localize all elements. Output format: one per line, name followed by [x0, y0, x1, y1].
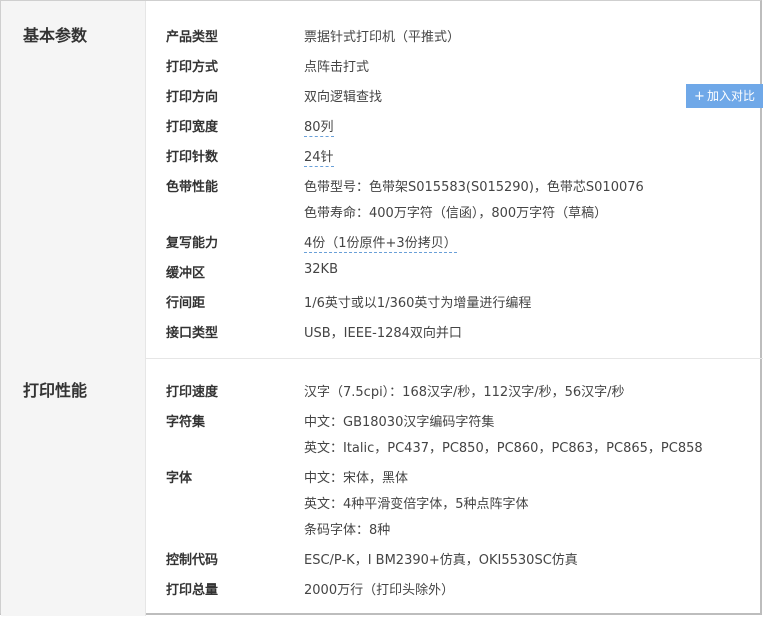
spec-value-text[interactable]: 4份（1份原件+3份拷贝）: [304, 236, 457, 253]
spec-label: 字符集: [166, 415, 206, 430]
spec-value-text[interactable]: 24针: [304, 150, 334, 167]
spec-label: 产品类型: [166, 30, 219, 45]
spec-label: 打印方式: [166, 60, 219, 75]
spec-value: USB，IEEE-1284双向并口: [304, 326, 462, 341]
spec-value: 条码字体：8种: [304, 523, 391, 538]
spec-value: 点阵击打式: [304, 60, 370, 75]
spec-label: 行间距: [166, 296, 206, 311]
category-cell: 基本参数: [1, 1, 146, 358]
spec-value: 32KB: [304, 262, 338, 277]
section-print-performance: 打印性能 打印速度 汉字（7.5cpi）：168汉字/秒，112汉字/秒，56汉…: [1, 358, 763, 616]
spec-value: 票据针式打印机（平推式）: [304, 30, 461, 45]
spec-label: 打印宽度: [166, 120, 219, 135]
spec-label: 控制代码: [166, 553, 219, 568]
spec-value-text[interactable]: 80列: [304, 120, 334, 137]
spec-value-link[interactable]: 80列: [304, 116, 334, 137]
category-title: 打印性能: [23, 381, 88, 400]
spec-value: 中文：宋体，黑体: [304, 471, 409, 486]
spec-value: 中文：GB18030汉字编码字符集: [304, 415, 495, 430]
spec-label: 字体: [166, 471, 193, 486]
spec-value: 1/6英寸或以1/360英寸为增量进行编程: [304, 296, 532, 311]
spec-label: 打印方向: [166, 90, 219, 105]
spec-value: 英文：Italic，PC437，PC850，PC860，PC863，PC865，…: [304, 441, 703, 456]
spec-value: 英文：4种平滑变倍字体，5种点阵字体: [304, 497, 529, 512]
spec-label: 接口类型: [166, 326, 219, 341]
category-title: 基本参数: [23, 26, 88, 45]
spec-value: 2000万行（打印头除外）: [304, 583, 455, 598]
spec-value: 色带型号：色带架S015583(S015290)，色带芯S010076: [304, 180, 644, 195]
plus-icon: +: [694, 89, 705, 104]
spec-value-link[interactable]: 4份（1份原件+3份拷贝）: [304, 232, 457, 253]
spec-label: 打印速度: [166, 385, 219, 400]
spec-label: 复写能力: [166, 236, 219, 251]
spec-label: 打印总量: [166, 583, 219, 598]
spec-value-link[interactable]: 24针: [304, 146, 334, 167]
spec-value: ESC/P-K，I BM2390+仿真，OKI5530SC仿真: [304, 553, 578, 568]
spec-table: 基本参数 产品类型 票据针式打印机（平推式） 打印方式 点阵击打式 打印方向 双…: [0, 0, 763, 616]
spec-value: 双向逻辑查找: [304, 90, 383, 105]
category-cell: 打印性能: [1, 358, 146, 616]
section-basic-params: 基本参数 产品类型 票据针式打印机（平推式） 打印方式 点阵击打式 打印方向 双…: [1, 1, 763, 358]
compare-button-label: 加入对比: [706, 89, 755, 103]
spec-value: 汉字（7.5cpi）：168汉字/秒，112汉字/秒，56汉字/秒: [304, 385, 625, 400]
spec-value: 色带寿命：400万字符（信函），800万字符（草稿）: [304, 206, 608, 221]
spec-label: 色带性能: [166, 180, 219, 195]
spec-label: 打印针数: [166, 150, 219, 165]
add-to-compare-button[interactable]: + 加入对比: [686, 84, 763, 108]
spec-label: 缓冲区: [166, 266, 206, 281]
